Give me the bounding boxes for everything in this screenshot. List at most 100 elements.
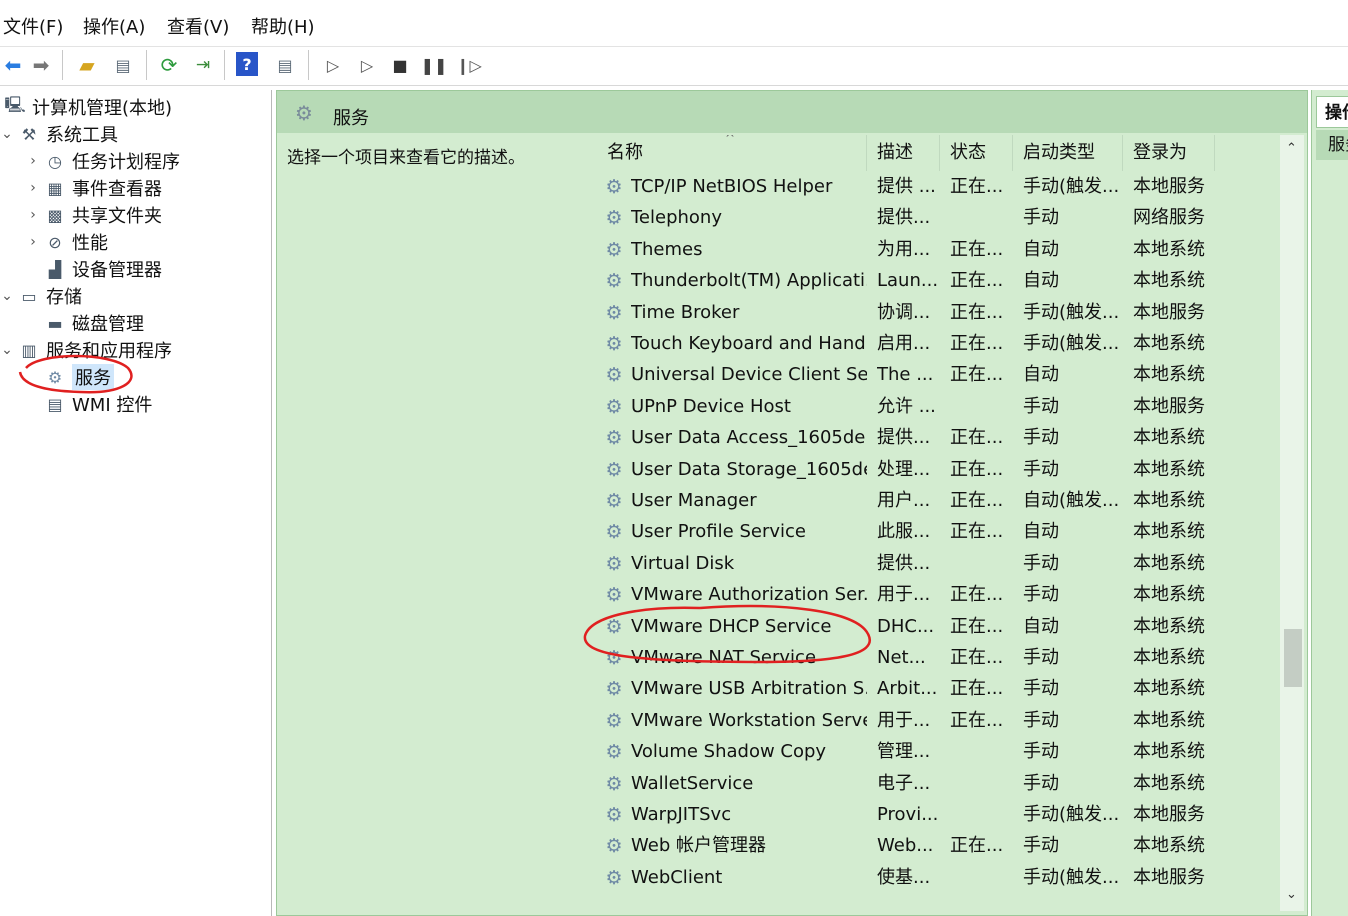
table-row[interactable]: ⚙ User Manager 用户... 正在... 自动(触发... 本地系统 xyxy=(597,485,1280,516)
tree-item[interactable]: › ▩ 共享文件夹 xyxy=(26,202,162,228)
tree-item-label: 设备管理器 xyxy=(72,260,162,281)
menu-file[interactable]: 文件(F) xyxy=(3,17,63,39)
service-status xyxy=(950,768,1016,799)
start-service-alt-icon[interactable]: ▷ xyxy=(354,52,380,78)
tree-item[interactable]: ▬ 磁盘管理 xyxy=(26,310,144,336)
disk-icon: ▬ xyxy=(47,313,63,333)
table-row[interactable]: ⚙ WebClient 使基... 手动(触发... 本地服务 xyxy=(597,862,1280,893)
tree-item-label: 性能 xyxy=(72,233,108,254)
gear-icon: ⚙ xyxy=(295,101,313,125)
table-row[interactable]: ⚙ WalletService 电子... 手动 本地系统 xyxy=(597,768,1280,799)
start-service-icon[interactable]: ▷ xyxy=(320,52,346,78)
tree-item[interactable]: 🖳 计算机管理(本地) xyxy=(0,94,172,120)
chevron-right-icon[interactable]: › xyxy=(26,180,40,196)
tree-item[interactable]: ⌄ ▥ 服务和应用程序 xyxy=(0,337,172,363)
table-row[interactable]: ⚙ Time Broker 协调... 正在... 手动(触发... 本地服务 xyxy=(597,297,1280,328)
table-row[interactable]: ⚙ User Data Storage_1605de 处理... 正在... 手动 本地系… xyxy=(597,454,1280,485)
show-hide-action-pane-icon[interactable]: ▤ xyxy=(272,52,298,78)
table-row[interactable]: ⚙ Thunderbolt(TM) Applicati... Laun... 正在..… xyxy=(597,265,1280,296)
service-startup-type: 手动(触发... xyxy=(1023,301,1120,323)
shared-folder-icon: ▩ xyxy=(47,205,63,225)
chevron-down-icon[interactable]: ⌄ xyxy=(0,288,14,304)
table-row[interactable]: ⚙ Telephony 提供... 手动 网络服务 xyxy=(597,202,1280,233)
forward-arrow-icon[interactable]: ➡ xyxy=(28,52,54,78)
tree-item[interactable]: ⌄ ▭ 存储 xyxy=(0,283,82,309)
export-list-icon[interactable]: ⇥ xyxy=(190,52,216,78)
table-row[interactable]: ⚙ Web 帐户管理器 Web... 正在... 手动 本地系统 xyxy=(597,830,1280,861)
service-name: User Data Access_1605de xyxy=(631,427,866,449)
column-log-on-as[interactable]: 登录为 xyxy=(1123,135,1215,171)
column-description[interactable]: 描述 xyxy=(867,135,940,171)
column-status[interactable]: 状态 xyxy=(940,135,1013,171)
service-status: 正在... xyxy=(950,238,1004,260)
up-folder-icon[interactable]: ▰ xyxy=(74,52,100,78)
chevron-right-icon[interactable]: › xyxy=(26,153,40,169)
service-startup-type: 手动(触发... xyxy=(1023,333,1120,354)
back-arrow-icon[interactable]: ⬅ xyxy=(0,52,26,78)
scrollbar-thumb[interactable] xyxy=(1284,629,1302,687)
refresh-icon[interactable]: ⟳ xyxy=(156,52,182,78)
menu-view[interactable]: 查看(V) xyxy=(167,17,229,39)
service-description: 用户... xyxy=(877,490,931,511)
system-tools-icon: ⚒ xyxy=(21,124,37,144)
chevron-right-icon[interactable]: › xyxy=(26,207,40,223)
table-row[interactable]: ⚙ User Profile Service 此服... 正在... 自动 本地系统 xyxy=(597,516,1280,547)
table-row[interactable]: ⚙ VMware USB Arbitration S... Arbit... 正在..… xyxy=(597,673,1280,704)
menu-help[interactable]: 帮助(H) xyxy=(251,17,315,39)
scroll-down-icon[interactable]: ⌄ xyxy=(1286,887,1297,902)
table-row[interactable]: ⚙ Themes 为用... 正在... 自动 本地系统 xyxy=(597,234,1280,265)
page-title: 服务 xyxy=(333,108,369,129)
service-startup-type: 手动 xyxy=(1023,427,1059,449)
toolbar-separator xyxy=(224,50,225,80)
table-row[interactable]: ⚙ VMware Workstation Server 用于... 正在... 手动 本地… xyxy=(597,705,1280,736)
chevron-down-icon[interactable]: ⌄ xyxy=(0,342,14,358)
show-hide-tree-icon[interactable]: ▤ xyxy=(110,52,136,78)
chevron-right-icon[interactable]: › xyxy=(26,234,40,250)
menu-action[interactable]: 操作(A) xyxy=(83,17,145,39)
column-startup-type[interactable]: 启动类型 xyxy=(1013,135,1123,171)
scroll-up-icon[interactable]: ⌃ xyxy=(1286,141,1297,156)
tree-item[interactable]: › ▦ 事件查看器 xyxy=(26,175,162,201)
service-name: User Profile Service xyxy=(631,521,806,543)
service-startup-type: 自动 xyxy=(1023,364,1059,386)
service-name: Themes xyxy=(631,238,703,260)
table-row[interactable]: ⚙ VMware NAT Service Net... 正在... 手动 本地系统 xyxy=(597,642,1280,673)
restart-service-icon[interactable]: ❙▷ xyxy=(456,52,482,78)
service-description: 提供... xyxy=(877,427,931,449)
tree-item[interactable]: › ⊘ 性能 xyxy=(26,229,108,255)
vertical-scrollbar[interactable]: ⌃ ⌄ xyxy=(1280,135,1304,911)
service-gear-icon: ⚙ xyxy=(605,866,623,889)
service-description: 启用... xyxy=(877,333,931,354)
service-status: 正在... xyxy=(950,270,1004,292)
chevron-down-icon[interactable]: ⌄ xyxy=(0,126,14,142)
service-startup-type: 手动 xyxy=(1023,835,1059,857)
tree-item[interactable]: › ◷ 任务计划程序 xyxy=(26,148,180,174)
service-description: 用于... xyxy=(877,584,931,606)
tree-item[interactable]: ▟ 设备管理器 xyxy=(26,256,162,282)
table-row[interactable]: ⚙ VMware Authorization Ser... 用于... 正在... 手动… xyxy=(597,579,1280,610)
service-logon: 本地系统 xyxy=(1133,521,1205,543)
tree-item[interactable]: ⚙ 服务 xyxy=(26,364,114,390)
pause-service-icon[interactable]: ❚❚ xyxy=(421,52,448,78)
service-status: 正在... xyxy=(950,458,1004,480)
tree-item[interactable]: ▤ WMI 控件 xyxy=(26,391,152,417)
tree-item-label: 存储 xyxy=(46,287,82,308)
action-pane: 操作 服务 xyxy=(1311,90,1348,916)
table-row[interactable]: ⚙ WarpJITSvc Provi... 手动(触发... 本地服务 xyxy=(597,799,1280,830)
service-description: Web... xyxy=(877,835,934,857)
table-row[interactable]: ⚙ User Data Access_1605de 提供... 正在... 手动 本地系统 xyxy=(597,422,1280,453)
stop-service-icon[interactable]: ■ xyxy=(387,52,413,78)
table-row[interactable]: ⚙ Volume Shadow Copy 管理... 手动 本地系统 xyxy=(597,736,1280,767)
device-manager-icon: ▟ xyxy=(48,259,62,279)
table-row[interactable]: ⚙ Virtual Disk 提供... 手动 本地系统 xyxy=(597,548,1280,579)
action-pane-item-services[interactable]: 服务 xyxy=(1316,130,1348,160)
table-row[interactable]: ⚙ Universal Device Client Ser... The ... 正在… xyxy=(597,359,1280,390)
table-row[interactable]: ⚙ Touch Keyboard and Hand... 启用... 正在... 手动(… xyxy=(597,328,1280,359)
table-row[interactable]: ⚙ VMware DHCP Service DHC... 正在... 自动 本地系统 xyxy=(597,611,1280,642)
service-description: Provi... xyxy=(877,804,939,825)
tree-item[interactable]: ⌄ ⚒ 系统工具 xyxy=(0,121,118,147)
table-row[interactable]: ⚙ UPnP Device Host 允许 ... 手动 本地服务 xyxy=(597,391,1280,422)
service-status: 正在... xyxy=(950,615,1004,637)
help-icon[interactable]: ? xyxy=(236,52,258,76)
table-row[interactable]: ⚙ TCP/IP NetBIOS Helper 提供 ... 正在... 手动(触发..… xyxy=(597,171,1280,202)
